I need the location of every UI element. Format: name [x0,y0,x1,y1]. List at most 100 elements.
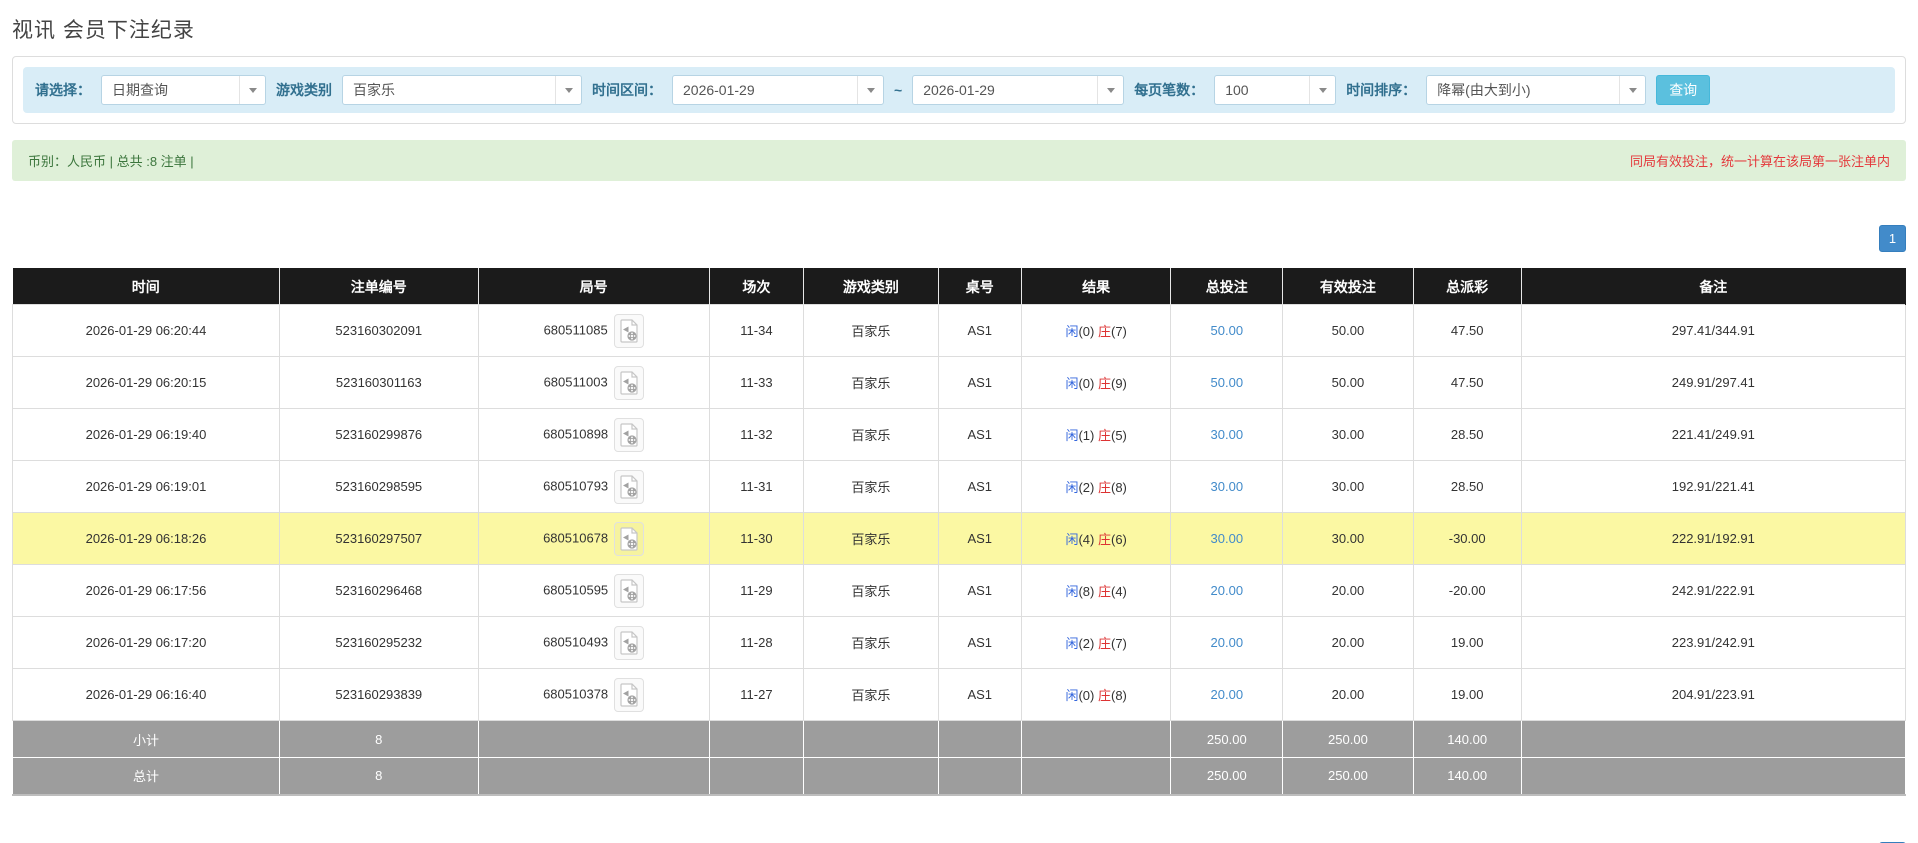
video-replay-button[interactable] [614,573,645,608]
footer-count: 8 [278,720,479,758]
result-player-count: (4) [1078,532,1095,547]
table-row: 2026-01-29 06:16:40 523160293839 680510378… [12,668,1907,721]
video-replay-icon [620,526,638,551]
chevron-down-icon [1309,76,1335,104]
video-replay-button[interactable] [614,417,645,452]
cell-remark: 249.91/297.41 [1520,356,1907,409]
cell-remark: 204.91/223.91 [1520,668,1907,721]
video-replay-icon [620,318,638,343]
video-replay-button[interactable] [613,313,644,348]
column-header: 时间 [12,268,280,305]
result-player-count: (2) [1078,636,1095,651]
cell-bet-no: 523160293839 [278,668,479,721]
summary-text: 币别：人民币 | 总共 :8 注单 | [28,154,194,169]
cell-remark: 242.91/222.91 [1520,564,1907,617]
column-header: 注单编号 [279,268,479,305]
cell-round-no: 680510793 [477,460,710,513]
filter-panel: 请选择： 日期查询 游戏类别 百家乐 时间区间： 2026-01-29 ~ 20… [12,56,1906,124]
round-no-text: 680511003 [543,373,608,389]
cell-result: 闲(1) 庄(5) [1020,408,1172,461]
cell-result: 闲(2) 庄(7) [1020,616,1172,669]
result-banker-count: (5) [1111,428,1127,443]
cell-bet-no: 523160295232 [278,616,479,669]
total-bet-link[interactable]: 20.00 [1211,635,1244,650]
result-player-label: 闲 [1065,324,1079,339]
cell-time: 2026-01-29 06:19:01 [12,460,280,513]
cell-round-no: 680510595 [477,564,710,617]
cell-payout: 28.50 [1412,408,1522,461]
cell-valid-bet: 50.00 [1282,356,1414,409]
cell-session: 11-33 [708,356,805,409]
footer-payout: 140.00 [1412,720,1522,758]
total-bet-link[interactable]: 30.00 [1211,531,1244,546]
cell-total-bet: 30.00 [1170,460,1284,513]
date-from-select[interactable]: 2026-01-29 [672,75,884,105]
date-from-value: 2026-01-29 [683,82,755,98]
video-replay-icon [620,422,638,447]
result-player-label: 闲 [1065,480,1079,495]
time-sort-select[interactable]: 降幂(由大到小) [1426,75,1647,105]
game-category-select[interactable]: 百家乐 [342,75,582,105]
cell-session: 11-27 [708,668,805,721]
search-button[interactable]: 查询 [1656,75,1711,105]
cell-payout: 28.50 [1412,460,1522,513]
table-row: 2026-01-29 06:18:26 523160297507 680510678… [12,512,1907,565]
table-row: 2026-01-29 06:20:44 523160302091 680511085… [12,304,1907,357]
cell-total-bet: 30.00 [1170,408,1284,461]
query-type-select[interactable]: 日期查询 [101,75,266,105]
result-player-label: 闲 [1065,636,1079,651]
footer-total-bet: 250.00 [1170,720,1284,758]
cell-table-no: AS1 [937,408,1022,461]
query-type-label: 请选择： [35,82,91,98]
cell-bet-no: 523160302091 [278,304,479,357]
video-replay-button[interactable] [613,365,644,400]
cell-result: 闲(2) 庄(8) [1020,460,1172,513]
result-banker-label: 庄 [1097,688,1111,703]
pagination-top: 1 [12,225,1906,252]
cell-game: 百家乐 [803,408,939,461]
game-category-value: 百家乐 [353,82,395,98]
footer-total-bet: 250.00 [1170,757,1284,795]
cell-result: 闲(8) 庄(4) [1020,564,1172,617]
page-size-value: 100 [1225,82,1249,98]
bet-records-table: 时间 注单编号 局号 场次 游戏类别 桌号 结果 总投注 有效投注 总派彩 备注 2026-01-2… [12,268,1907,796]
total-bet-link[interactable]: 30.00 [1211,427,1244,442]
cell-table-no: AS1 [937,668,1022,721]
date-to-select[interactable]: 2026-01-29 [912,75,1125,105]
video-replay-button[interactable] [614,625,645,660]
table-row: 2026-01-29 06:17:56 523160296468 680510595… [12,564,1907,617]
result-player-count: (8) [1078,584,1095,599]
result-banker-label: 庄 [1097,584,1111,599]
notice-text: 同局有效投注，统一计算在该局第一张注单内 [1629,154,1890,169]
column-header: 游戏类别 [803,268,939,305]
cell-valid-bet: 30.00 [1282,408,1414,461]
footer-payout: 140.00 [1412,757,1522,795]
cell-payout: 19.00 [1412,616,1522,669]
filter-bar: 请选择： 日期查询 游戏类别 百家乐 时间区间： 2026-01-29 ~ 20… [23,67,1895,113]
video-replay-button[interactable] [614,469,645,504]
cell-table-no: AS1 [937,304,1022,357]
page-size-select[interactable]: 100 [1214,75,1337,105]
round-no-text: 680511085 [543,321,608,337]
total-bet-link[interactable]: 20.00 [1211,583,1244,598]
cell-game: 百家乐 [803,304,939,357]
total-bet-link[interactable]: 50.00 [1211,375,1244,390]
cell-payout: 47.50 [1412,356,1522,409]
cell-total-bet: 50.00 [1170,356,1284,409]
round-no-text: 680510595 [543,581,609,597]
time-sort-value: 降幂(由大到小) [1437,82,1531,98]
footer-empty-cell [477,720,710,758]
cell-valid-bet: 20.00 [1282,668,1414,721]
result-player-count: (1) [1078,428,1095,443]
video-replay-button[interactable] [614,677,645,712]
video-replay-button[interactable] [614,521,645,556]
total-bet-link[interactable]: 30.00 [1211,479,1244,494]
footer-empty-cell [708,757,805,795]
total-bet-link[interactable]: 20.00 [1211,687,1244,702]
footer-empty-cell [1520,720,1907,758]
time-sort-label: 时间排序： [1346,82,1417,98]
total-bet-link[interactable]: 50.00 [1211,323,1244,338]
cell-total-bet: 50.00 [1170,304,1284,357]
result-player-count: (0) [1078,688,1095,703]
page-button-1[interactable]: 1 [1879,225,1906,252]
